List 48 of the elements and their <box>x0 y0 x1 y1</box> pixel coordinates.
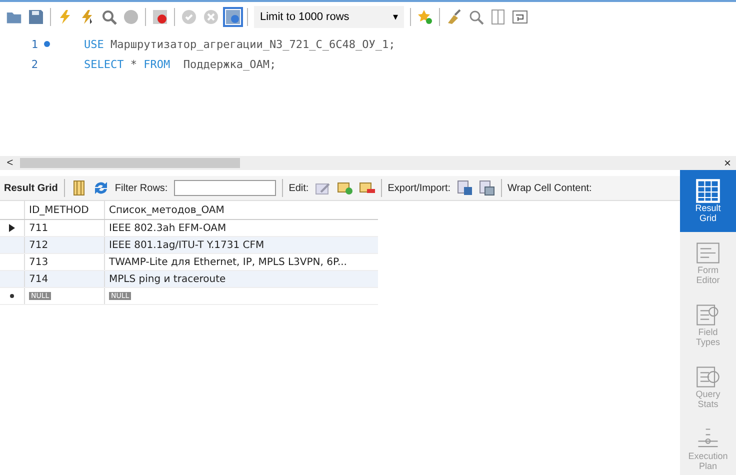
magnifier-icon[interactable] <box>101 9 117 25</box>
columns-icon[interactable] <box>490 9 506 25</box>
column-header[interactable]: Список_методов_OAM <box>104 201 378 219</box>
scroll-left-button[interactable]: < <box>0 157 20 169</box>
table-cell: 712 <box>24 237 104 253</box>
magnifier-icon[interactable] <box>468 9 484 25</box>
table-cell: 713 <box>24 254 104 270</box>
add-row-icon[interactable] <box>336 180 353 196</box>
table-cell: IEEE 801.1ag/ITU-T Y.1731 CFM <box>104 237 378 253</box>
result-grid-label: Result Grid <box>4 182 58 194</box>
import-icon[interactable] <box>478 180 495 196</box>
column-header[interactable]: ID_METHOD <box>24 201 104 219</box>
export-import-label: Export/Import: <box>388 182 451 194</box>
star-plus-icon[interactable] <box>417 9 433 25</box>
form-icon <box>695 240 721 266</box>
broom-icon[interactable] <box>446 9 462 25</box>
delete-row-icon[interactable] <box>358 180 375 196</box>
export-icon[interactable] <box>456 180 473 196</box>
sql-statement: USE Маршрутизатор_агрегации_N3_721_C_6C48_ОУ_1; <box>84 38 396 50</box>
filter-rows-field[interactable] <box>174 180 276 196</box>
scrollbar-thumb[interactable] <box>20 158 240 168</box>
line-number: 2 <box>30 58 38 70</box>
check-icon[interactable] <box>181 9 197 25</box>
table-cell: TWAMP-Lite для Ethernet, IP, MPLS L3VPN, 6P... <box>104 254 378 270</box>
floppy-icon[interactable] <box>28 9 44 25</box>
field-list-icon <box>695 302 721 328</box>
line-number: 1 <box>30 38 38 50</box>
sql-statement: SELECT * FROM Поддержка_OAM; <box>84 58 276 70</box>
new-row-icon <box>10 294 14 298</box>
side-panel-tab[interactable]: Result Grid <box>680 170 736 232</box>
stop-icon[interactable] <box>123 9 139 25</box>
grid-icon[interactable] <box>70 180 87 196</box>
grid-icon <box>695 178 721 204</box>
sql-editor[interactable]: 1 USE Маршрутизатор_агрегации_N3_721_C_6C48_ОУ_1; 2 SELECT * FROM Поддержка_OAM; <box>0 32 736 146</box>
filter-rows-label: Filter Rows: <box>114 182 168 194</box>
refresh-icon[interactable] <box>92 180 109 196</box>
lightning-icon[interactable] <box>57 9 73 25</box>
lightning-cursor-icon[interactable] <box>79 9 95 25</box>
stats-icon <box>695 364 721 390</box>
edit-label: Edit: <box>288 182 309 194</box>
table-cell: MPLS ping и traceroute <box>104 271 378 287</box>
wrap-icon[interactable] <box>512 9 528 25</box>
wrap-cell-content-label: Wrap Cell Content: <box>508 182 592 194</box>
close-button[interactable]: × <box>724 156 736 170</box>
table-cell: 711 <box>24 220 104 236</box>
table-cell: 714 <box>24 271 104 287</box>
table-cell: IEEE 802.3ah EFM-OAM <box>104 220 378 236</box>
limit-dropdown[interactable]: Limit to 1000 rows ▾ <box>254 6 404 28</box>
